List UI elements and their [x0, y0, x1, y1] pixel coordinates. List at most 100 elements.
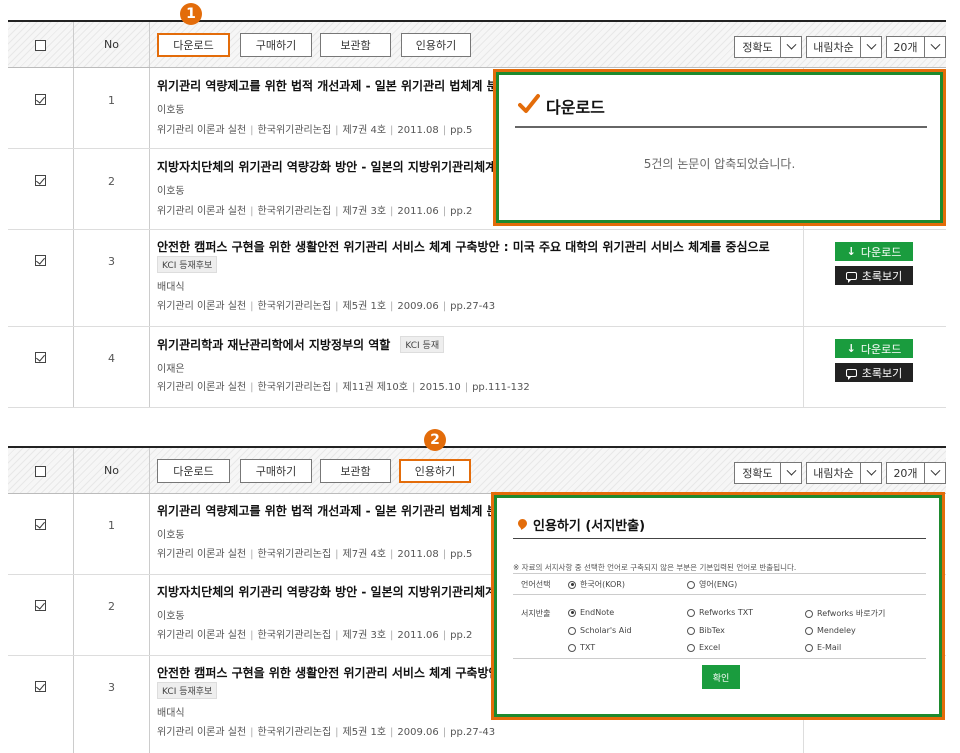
- paper-author[interactable]: 이호동: [157, 101, 185, 116]
- radio-label: Refworks TXT: [699, 608, 753, 617]
- radio-export-bibtex[interactable]: BibTex: [687, 626, 725, 635]
- radio-icon: [805, 643, 813, 652]
- list-header: No 다운로드 구매하기 보관함 인용하기 정확도 내림차순 20개: [8, 446, 946, 494]
- row-checkbox[interactable]: [35, 519, 46, 530]
- paper-author[interactable]: 이호동: [157, 182, 185, 197]
- paper-author[interactable]: 배대식: [157, 704, 185, 719]
- row-download-button[interactable]: ↓ 다운로드: [835, 339, 913, 358]
- pages: pp.5: [450, 549, 473, 560]
- society-name: 한국위기관리논집: [257, 382, 332, 393]
- paper-title-link[interactable]: 지방자치단체의 위기관리 역량강화 방안 - 일본의 지방위기관리체계: [157, 583, 492, 600]
- row-number: 1: [108, 519, 115, 532]
- abstract-label: 초록보기: [861, 269, 903, 283]
- checkmark-icon: [518, 94, 540, 113]
- sort-order-select[interactable]: 내림차순: [806, 462, 882, 484]
- sort-accuracy-select[interactable]: 정확도: [734, 36, 802, 58]
- society-name: 한국위기관리논집: [257, 630, 332, 641]
- page-size-select[interactable]: 20개: [886, 36, 946, 58]
- radio-label: Scholar's Aid: [580, 626, 632, 635]
- radio-export-refworks-txt[interactable]: Refworks TXT: [687, 608, 753, 617]
- paper-title-link[interactable]: 위기관리학과 재난관리학에서 지방정부의 역할: [157, 338, 390, 352]
- page-size-select[interactable]: 20개: [886, 462, 946, 484]
- archive-button[interactable]: 보관함: [320, 33, 391, 57]
- select-all-checkbox[interactable]: [35, 40, 46, 51]
- radio-export-mendeley[interactable]: Mendeley: [805, 626, 856, 635]
- paper-meta: 위기관리 이론과 실천 | 한국위기관리논집 | 제7권 3호 | 2011.06 | pp.2: [157, 630, 473, 641]
- table-row: 4 위기관리학과 재난관리학에서 지방정부의 역할 KCI 등재 이재은 위기관리…: [8, 327, 946, 408]
- society-name: 한국위기관리논집: [257, 727, 332, 738]
- sort-accuracy-select[interactable]: 정확도: [734, 462, 802, 484]
- journal-name: 위기관리 이론과 실천: [157, 630, 247, 641]
- row-download-button[interactable]: ↓ 다운로드: [835, 242, 913, 261]
- row-checkbox[interactable]: [35, 255, 46, 266]
- step-badge-2: 2: [424, 429, 446, 451]
- row-checkbox[interactable]: [35, 352, 46, 363]
- kci-badge: KCI 등재후보: [157, 256, 218, 273]
- radio-export-excel[interactable]: Excel: [687, 643, 720, 652]
- pub-date: 2009.06: [397, 727, 439, 738]
- download-arrow-icon: ↓: [846, 342, 856, 355]
- volume: 제7권 4호: [342, 549, 387, 560]
- radio-label: Refworks 바로가기: [817, 609, 886, 618]
- paper-author[interactable]: 배대식: [157, 278, 185, 293]
- paper-meta: 위기관리 이론과 실천 | 한국위기관리논집 | 제7권 4호 | 2011.08 | pp.5: [157, 125, 473, 136]
- cite-button[interactable]: 인용하기: [399, 459, 471, 483]
- pages: pp.111-132: [472, 382, 530, 393]
- radio-icon: [687, 580, 695, 589]
- radio-label: 한국어(KOR): [580, 580, 625, 589]
- purchase-button[interactable]: 구매하기: [240, 459, 312, 483]
- row-checkbox[interactable]: [35, 600, 46, 611]
- radio-export-txt[interactable]: TXT: [568, 643, 595, 652]
- confirm-button[interactable]: 확인: [702, 665, 740, 689]
- pub-date: 2011.08: [397, 549, 439, 560]
- sort-order-value: 내림차순: [813, 467, 854, 480]
- radio-icon: [568, 626, 576, 635]
- paper-title-link[interactable]: 안전한 캠퍼스 구현을 위한 생활안전 위기관리 서비스 체계 구축방안 : 미…: [157, 238, 797, 255]
- row-number: 3: [108, 681, 115, 694]
- radio-icon: [568, 643, 576, 652]
- radio-lang-kor[interactable]: 한국어(KOR): [568, 579, 625, 590]
- list-header: No 다운로드 구매하기 보관함 인용하기 정확도 내림차순 20개: [8, 20, 946, 68]
- paper-title-link[interactable]: 지방자치단체의 위기관리 역량강화 방안 - 일본의 지방위기관리체계: [157, 158, 497, 175]
- row-checkbox[interactable]: [35, 94, 46, 105]
- journal-name: 위기관리 이론과 실천: [157, 382, 247, 393]
- sort-order-select[interactable]: 내림차순: [806, 36, 882, 58]
- radio-icon: [687, 608, 695, 617]
- journal-name: 위기관리 이론과 실천: [157, 301, 247, 312]
- download-arrow-icon: ↓: [846, 245, 856, 258]
- cite-button[interactable]: 인용하기: [401, 33, 471, 57]
- volume: 제5권 1호: [342, 727, 387, 738]
- abstract-button[interactable]: 초록보기: [835, 363, 913, 382]
- no-column-header: No: [104, 38, 119, 51]
- radio-export-scholars-aid[interactable]: Scholar's Aid: [568, 626, 632, 635]
- paper-author[interactable]: 이호동: [157, 607, 185, 622]
- pages: pp.2: [450, 206, 473, 217]
- row-download-label: 다운로드: [860, 245, 902, 259]
- radio-export-email[interactable]: E-Mail: [805, 643, 841, 652]
- paper-title-link[interactable]: 위기관리 역량제고를 위한 법적 개선과제 - 일본 위기관리 법체계 분석: [157, 502, 492, 519]
- download-complete-dialog: 다운로드 5건의 논문이 압축되었습니다.: [493, 69, 946, 226]
- row-checkbox[interactable]: [35, 681, 46, 692]
- paper-title-link[interactable]: 안전한 캠퍼스 구현을 위한 생활안전 위기관리 서비스 체계 구축방안: [157, 664, 492, 681]
- paper-author[interactable]: 이호동: [157, 526, 185, 541]
- select-all-checkbox[interactable]: [35, 466, 46, 477]
- abstract-button[interactable]: 초록보기: [835, 266, 913, 285]
- radio-export-refworks-link[interactable]: Refworks 바로가기: [805, 608, 885, 619]
- row-checkbox[interactable]: [35, 175, 46, 186]
- paper-author[interactable]: 이재은: [157, 360, 185, 375]
- table-row: 3 안전한 캠퍼스 구현을 위한 생활안전 위기관리 서비스 체계 구축방안 :…: [8, 230, 946, 327]
- radio-lang-eng[interactable]: 영어(ENG): [687, 579, 737, 590]
- download-button[interactable]: 다운로드: [157, 459, 230, 483]
- radio-label: 영어(ENG): [699, 580, 738, 589]
- sort-accuracy-value: 정확도: [742, 41, 773, 54]
- paper-meta: 위기관리 이론과 실천 | 한국위기관리논집 | 제11권 제10호 | 2015.10 | p…: [157, 382, 530, 393]
- speech-bubble-icon: [845, 368, 857, 380]
- purchase-button[interactable]: 구매하기: [240, 33, 312, 57]
- radio-export-endnote[interactable]: EndNote: [568, 608, 614, 617]
- abstract-label: 초록보기: [861, 366, 903, 380]
- download-button[interactable]: 다운로드: [157, 33, 230, 57]
- paper-title-link[interactable]: 위기관리 역량제고를 위한 법적 개선과제 - 일본 위기관리 법체계 분석: [157, 77, 497, 94]
- row-number: 1: [108, 94, 115, 107]
- sort-accuracy-value: 정확도: [742, 467, 773, 480]
- archive-button[interactable]: 보관함: [320, 459, 391, 483]
